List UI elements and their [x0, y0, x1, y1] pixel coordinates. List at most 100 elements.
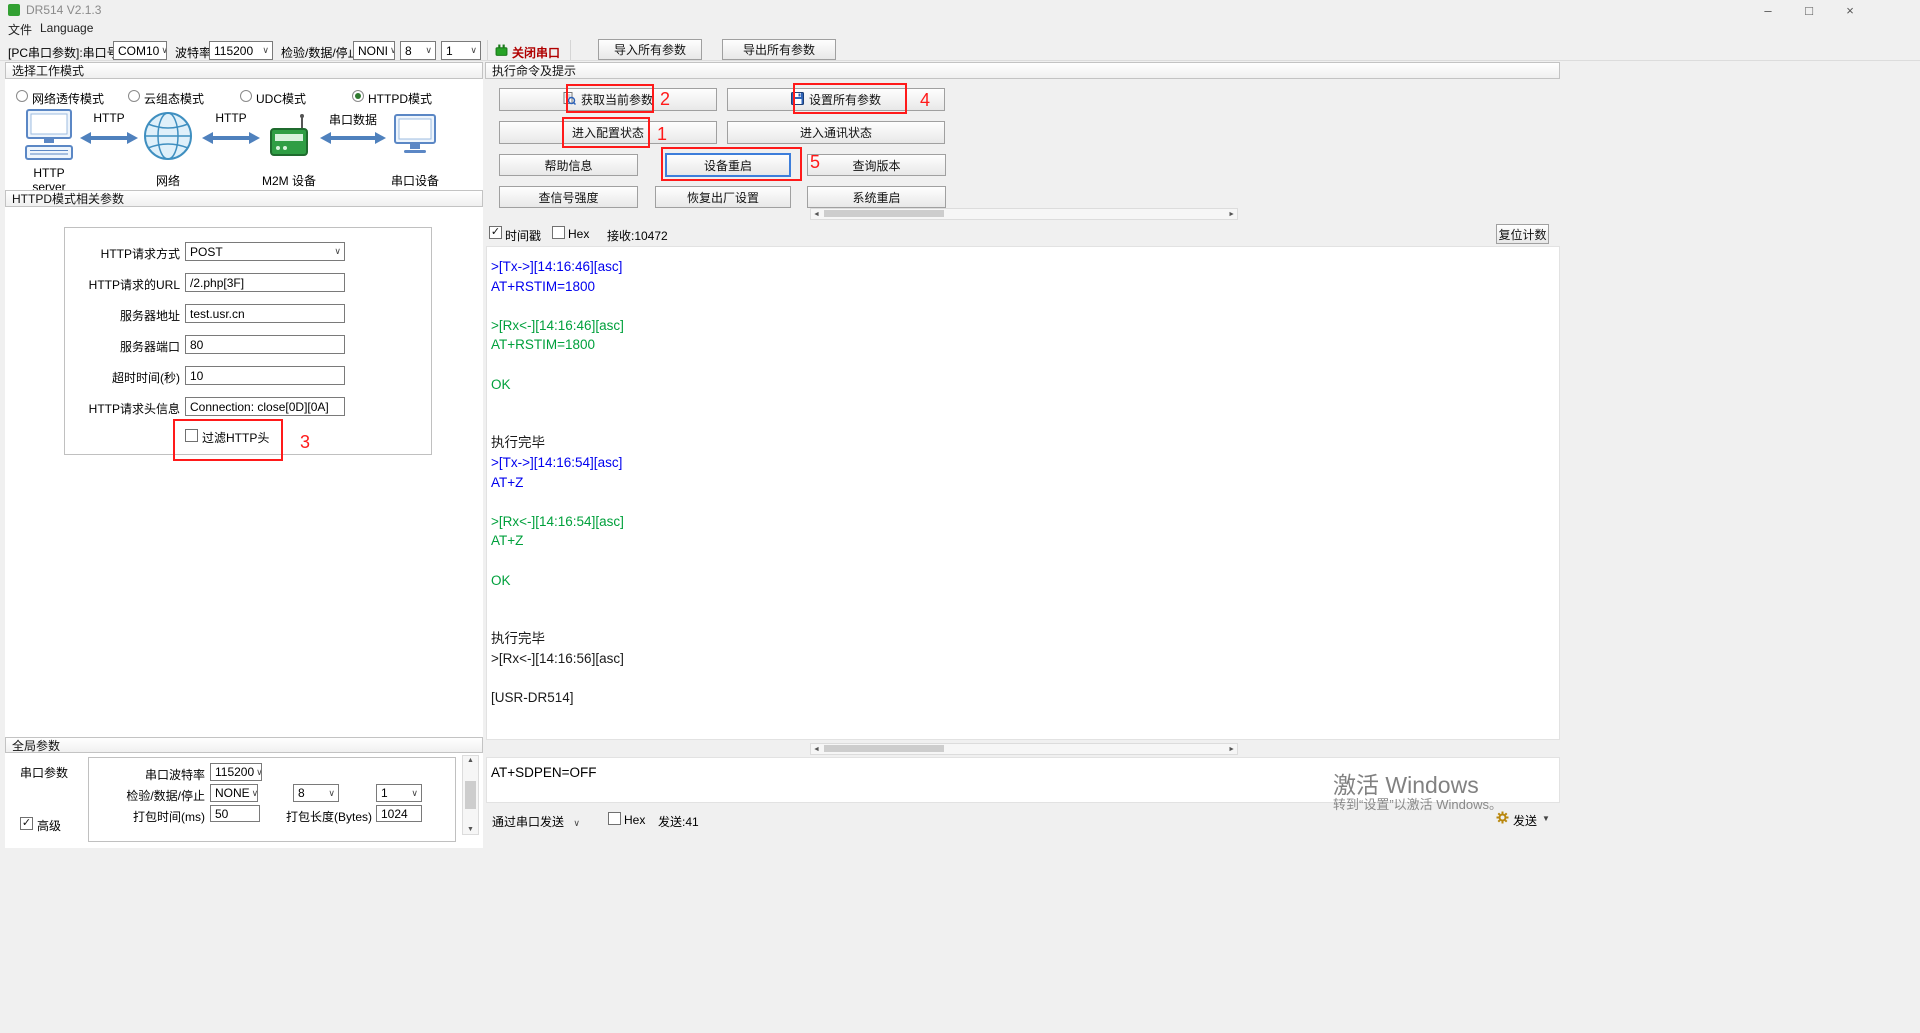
- toolbar-separator: [487, 40, 488, 60]
- scrollbar-track[interactable]: [822, 744, 1226, 754]
- radio-label-net-transparent[interactable]: 网络透传模式: [32, 90, 104, 107]
- chevron-down-icon: ∨: [470, 45, 477, 56]
- server-port-input[interactable]: 80: [185, 335, 345, 354]
- query-signal-button[interactable]: 查信号强度: [499, 186, 638, 208]
- chevron-down-icon: ∨: [425, 45, 432, 56]
- scroll-left-icon[interactable]: ◄: [811, 745, 822, 754]
- minimize-button[interactable]: –: [1748, 0, 1788, 20]
- send-via-serial-dropdown[interactable]: 通过串口发送 ∨: [492, 813, 580, 830]
- log-line: AT+RSTIM=1800: [491, 335, 1555, 355]
- scrollbar-thumb[interactable]: [824, 745, 944, 752]
- annotation-box-4: [793, 83, 907, 114]
- global-baud-select[interactable]: 115200 ∨: [210, 763, 262, 781]
- radio-dot-icon: [355, 93, 361, 99]
- parity-data-stop-label: 检验/数据/停止: [281, 44, 360, 61]
- log-line: [491, 551, 1555, 571]
- radio-udc-mode[interactable]: [240, 90, 252, 102]
- query-version-button[interactable]: 查询版本: [807, 154, 946, 176]
- serial-params-group-label: 串口参数: [20, 764, 68, 781]
- timeout-input[interactable]: 10: [185, 366, 345, 385]
- radio-httpd-mode[interactable]: [352, 90, 364, 102]
- httpd-params-section-header: HTTPD模式相关参数: [5, 190, 483, 207]
- log-line: >[Rx<-][14:16:56][asc]: [491, 649, 1555, 669]
- global-params-vertical-scrollbar[interactable]: ▲ ▼: [462, 755, 479, 835]
- advanced-label[interactable]: 高级: [37, 817, 61, 834]
- log-line: [491, 668, 1555, 688]
- close-button[interactable]: ×: [1830, 0, 1870, 20]
- http-header-input[interactable]: Connection: close[0D][0A]: [185, 397, 345, 416]
- radio-cloud-config-mode[interactable]: [128, 90, 140, 102]
- server-address-input[interactable]: test.usr.cn: [185, 304, 345, 323]
- scroll-right-icon[interactable]: ►: [1226, 210, 1237, 219]
- radio-label-cloud-config[interactable]: 云组态模式: [144, 90, 204, 107]
- databits-select[interactable]: 8 ∨: [400, 41, 436, 60]
- chevron-down-icon: ∨: [411, 788, 418, 799]
- chevron-down-icon: ∨: [328, 788, 335, 799]
- parity-value: NONI: [358, 44, 388, 58]
- global-parity-select[interactable]: NONE ∨: [210, 784, 258, 802]
- scrollbar-thumb[interactable]: [824, 210, 944, 217]
- log-line: >[Tx->][14:16:54][asc]: [491, 453, 1555, 473]
- scroll-left-icon[interactable]: ◄: [811, 210, 822, 219]
- chevron-down-icon: ∨: [334, 246, 341, 257]
- log-line: >[Rx<-][14:16:46][asc]: [491, 316, 1555, 336]
- pack-time-input[interactable]: 50: [210, 805, 260, 822]
- close-serial-port-button[interactable]: 关闭串口: [512, 44, 560, 61]
- com-port-value: COM10: [118, 44, 159, 58]
- httpd-params-header-label: HTTPD模式相关参数: [12, 190, 124, 207]
- command-section-header: 执行命令及提示: [485, 62, 1560, 79]
- radio-label-udc[interactable]: UDC模式: [256, 90, 306, 107]
- advanced-checkbox[interactable]: ✓: [20, 817, 33, 830]
- com-port-select[interactable]: COM10 ∨: [113, 41, 167, 60]
- scrollbar-track[interactable]: [822, 209, 1226, 219]
- reset-counter-button[interactable]: 复位计数: [1496, 224, 1549, 244]
- system-reboot-label: 系统重启: [852, 189, 900, 206]
- menu-language[interactable]: Language: [40, 21, 93, 35]
- chevron-down-icon: ∨: [573, 818, 580, 828]
- recv-hex-label[interactable]: Hex: [568, 227, 589, 241]
- baud-rate-select[interactable]: 115200 ∨: [209, 41, 273, 60]
- scroll-down-icon[interactable]: ▼: [465, 825, 476, 834]
- annotation-box-1: [562, 117, 650, 148]
- send-hex-label[interactable]: Hex: [624, 813, 645, 827]
- export-all-params-button[interactable]: 导出所有参数: [722, 39, 836, 60]
- toolbar-divider: [0, 60, 1920, 61]
- toolbar-separator: [570, 40, 571, 60]
- send-via-serial-label: 通过串口发送: [492, 815, 564, 829]
- send-input-value: AT+SDPEN=OFF: [491, 765, 597, 780]
- receive-log-area[interactable]: >[Tx->][14:16:46][asc]AT+RSTIM=1800 >[Rx…: [486, 246, 1560, 740]
- global-databits-select[interactable]: 8 ∨: [293, 784, 339, 802]
- send-menu-arrow-icon[interactable]: ▼: [1542, 814, 1550, 823]
- radio-label-httpd[interactable]: HTTPD模式: [368, 90, 432, 107]
- chevron-down-icon: ∨: [262, 45, 269, 56]
- recv-hex-checkbox[interactable]: ✓: [552, 226, 565, 239]
- http-url-input[interactable]: /2.php[3F]: [185, 273, 345, 292]
- system-reboot-button[interactable]: 系统重启: [807, 186, 946, 208]
- timeout-value: 10: [190, 369, 203, 383]
- send-button[interactable]: 发送: [1513, 812, 1537, 829]
- global-stopbits-select[interactable]: 1 ∨: [376, 784, 422, 802]
- parity-select[interactable]: NONI ∨: [353, 41, 395, 60]
- enter-comm-state-button[interactable]: 进入通讯状态: [727, 121, 945, 144]
- radio-net-transparent-mode[interactable]: [16, 90, 28, 102]
- timestamp-checkbox[interactable]: ✓: [489, 226, 502, 239]
- help-info-button[interactable]: 帮助信息: [499, 154, 638, 176]
- command-horizontal-scrollbar[interactable]: ◄ ►: [810, 208, 1238, 220]
- scroll-up-icon[interactable]: ▲: [465, 756, 476, 765]
- timestamp-label[interactable]: 时间戳: [505, 227, 541, 244]
- reset-counter-label: 复位计数: [1498, 226, 1546, 243]
- menu-file[interactable]: 文件: [8, 21, 32, 38]
- pack-length-input[interactable]: 1024: [376, 805, 422, 822]
- scroll-right-icon[interactable]: ►: [1226, 745, 1237, 754]
- factory-reset-button[interactable]: 恢复出厂设置: [655, 186, 791, 208]
- http-method-select[interactable]: POST ∨: [185, 242, 345, 261]
- log-horizontal-scrollbar[interactable]: ◄ ►: [810, 743, 1238, 755]
- maximize-button[interactable]: □: [1789, 0, 1829, 20]
- minimize-icon: –: [1764, 3, 1771, 18]
- scrollbar-thumb[interactable]: [465, 781, 476, 809]
- global-params-section-header: 全局参数: [5, 737, 483, 753]
- send-hex-checkbox[interactable]: ✓: [608, 812, 621, 825]
- node-label-m2m-device: M2M 设备: [254, 172, 324, 189]
- import-all-params-button[interactable]: 导入所有参数: [598, 39, 702, 60]
- stopbits-select[interactable]: 1 ∨: [441, 41, 481, 60]
